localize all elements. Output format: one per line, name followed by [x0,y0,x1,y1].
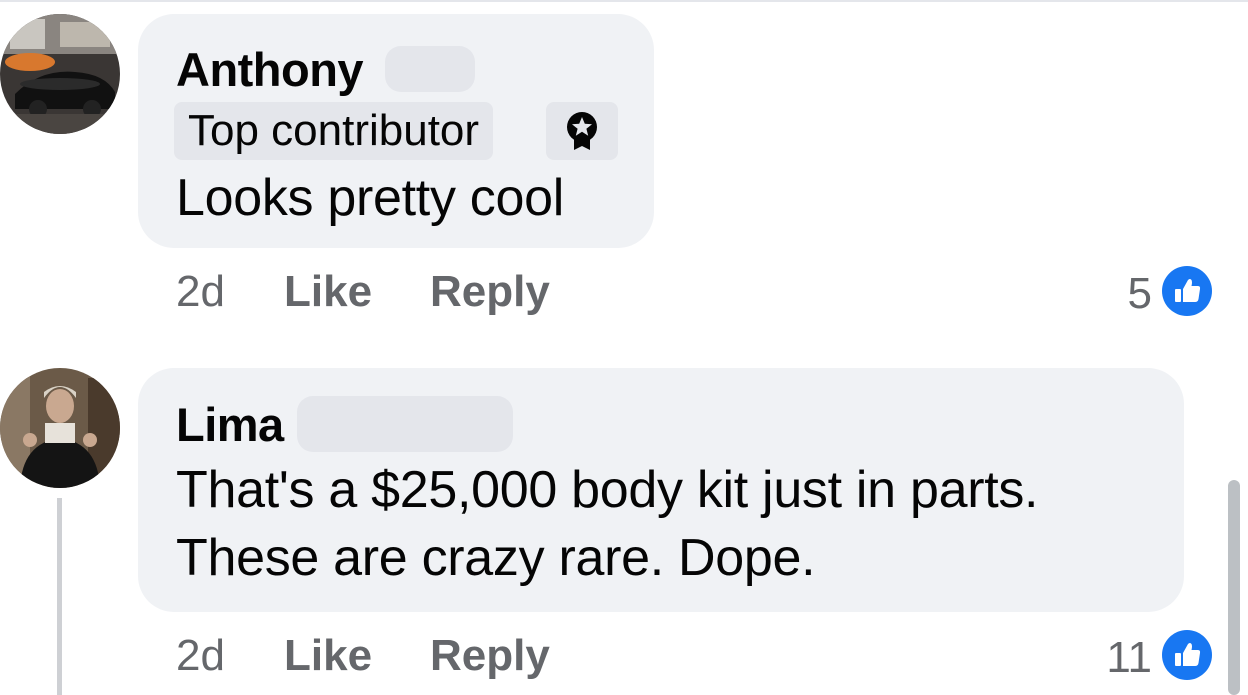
thumbs-up-reaction-icon[interactable] [1162,266,1212,316]
comment-age[interactable]: 2d [176,270,225,314]
divider [0,0,1248,2]
top-contributor-badge[interactable]: Top contributor [174,102,494,160]
redacted-name-block [297,396,513,452]
reply-thread-line [57,498,62,695]
comment-text-line-2: These are crazy rare. Dope. [176,529,816,587]
reply-button[interactable]: Reply [430,270,550,314]
like-button[interactable]: Like [284,634,372,678]
comment-age[interactable]: 2d [176,634,225,678]
comment-author[interactable]: Anthony [176,46,364,93]
redacted-name-block [385,46,475,92]
reaction-count[interactable]: 11 [1070,636,1152,680]
like-button[interactable]: Like [284,270,372,314]
reply-button[interactable]: Reply [430,634,550,678]
avatar[interactable] [0,368,120,488]
comment-author[interactable]: Lima [176,401,284,448]
comment-text-line-1: That's a $25,000 body kit just in parts. [176,461,1039,519]
top-contributor-badge-icon[interactable] [546,102,618,160]
comment-text: Looks pretty cool [176,169,564,227]
scrollbar[interactable] [1228,480,1240,695]
avatar[interactable] [0,14,120,134]
reaction-count[interactable]: 5 [1090,272,1152,316]
thumbs-up-reaction-icon[interactable] [1162,630,1212,680]
